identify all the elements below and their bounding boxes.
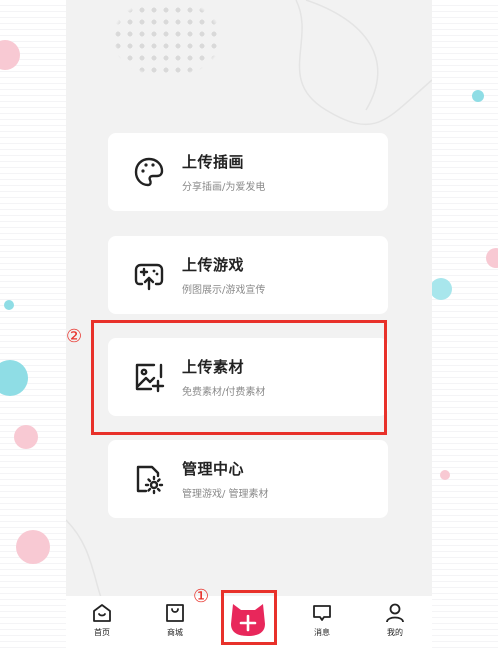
- nav-shop[interactable]: 商城: [155, 602, 195, 642]
- upload-illustration-card[interactable]: 上传插画 分享插画/为爱发电: [108, 133, 388, 211]
- annotation-marker-2: ②: [66, 326, 83, 347]
- nav-home[interactable]: 首页: [82, 602, 122, 642]
- card-title: 上传插画: [182, 153, 245, 171]
- nav-label: 我的: [387, 628, 403, 637]
- decor-blob: [0, 360, 28, 396]
- decor-blob: [486, 248, 498, 268]
- home-icon: [93, 604, 111, 622]
- decor-blob: [0, 40, 20, 70]
- card-subtitle: 管理游戏/ 管理素材: [182, 489, 269, 500]
- nav-profile[interactable]: 我的: [375, 602, 415, 642]
- decor-blob: [440, 470, 450, 480]
- nav-label: 商城: [167, 628, 183, 637]
- user-icon: [386, 603, 404, 623]
- highlight-add-button: [221, 590, 277, 645]
- decor-blob: [4, 300, 14, 310]
- message-icon: [313, 605, 331, 621]
- card-title: 管理中心: [182, 460, 245, 478]
- card-subtitle: 分享插画/为爱发电: [182, 182, 266, 193]
- card-title: 上传游戏: [182, 256, 245, 274]
- decor-blob: [430, 278, 452, 300]
- highlight-upload-asset: [91, 320, 387, 435]
- shop-bag-icon: [166, 604, 184, 622]
- card-subtitle: 例图展示/游戏宣传: [182, 285, 266, 296]
- decor-blob: [14, 425, 38, 449]
- palette-icon: [132, 155, 166, 189]
- decor-blob: [16, 530, 50, 564]
- gamepad-upload-icon: [132, 258, 166, 292]
- annotation-marker-1: ①: [193, 586, 210, 607]
- decor-blob: [472, 90, 484, 102]
- upload-game-card[interactable]: 上传游戏 例图展示/游戏宣传: [108, 236, 388, 314]
- dot-pattern: [112, 4, 222, 86]
- settings-file-icon: [132, 462, 166, 496]
- nav-label: 消息: [314, 628, 330, 637]
- management-center-card[interactable]: 管理中心 管理游戏/ 管理素材: [108, 440, 388, 518]
- nav-label: 首页: [94, 628, 110, 637]
- nav-messages[interactable]: 消息: [302, 602, 342, 642]
